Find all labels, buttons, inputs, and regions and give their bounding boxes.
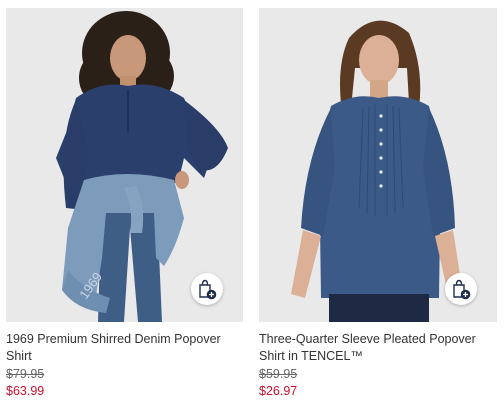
product-grid: 1969 1969 Premium Shirred Denim Popover … [0,0,504,405]
quick-add-bag-button[interactable] [191,273,223,305]
quick-add-bag-button[interactable] [445,273,477,305]
original-price: $59.95 [259,367,298,381]
shopping-bag-plus-icon [453,279,471,300]
product-title-link[interactable]: 1969 Premium Shirred Denim Popover Shirt [6,331,243,365]
sale-price: $26.97 [259,384,298,398]
shopping-bag-plus-icon [199,279,217,300]
product-card: Three-Quarter Sleeve Pleated Popover Shi… [259,0,497,405]
sale-price: $63.99 [6,384,45,398]
original-price: $79.95 [6,367,45,381]
product-title-link[interactable]: Three-Quarter Sleeve Pleated Popover Shi… [259,331,497,365]
product-card: 1969 1969 Premium Shirred Denim Popover … [6,0,243,405]
